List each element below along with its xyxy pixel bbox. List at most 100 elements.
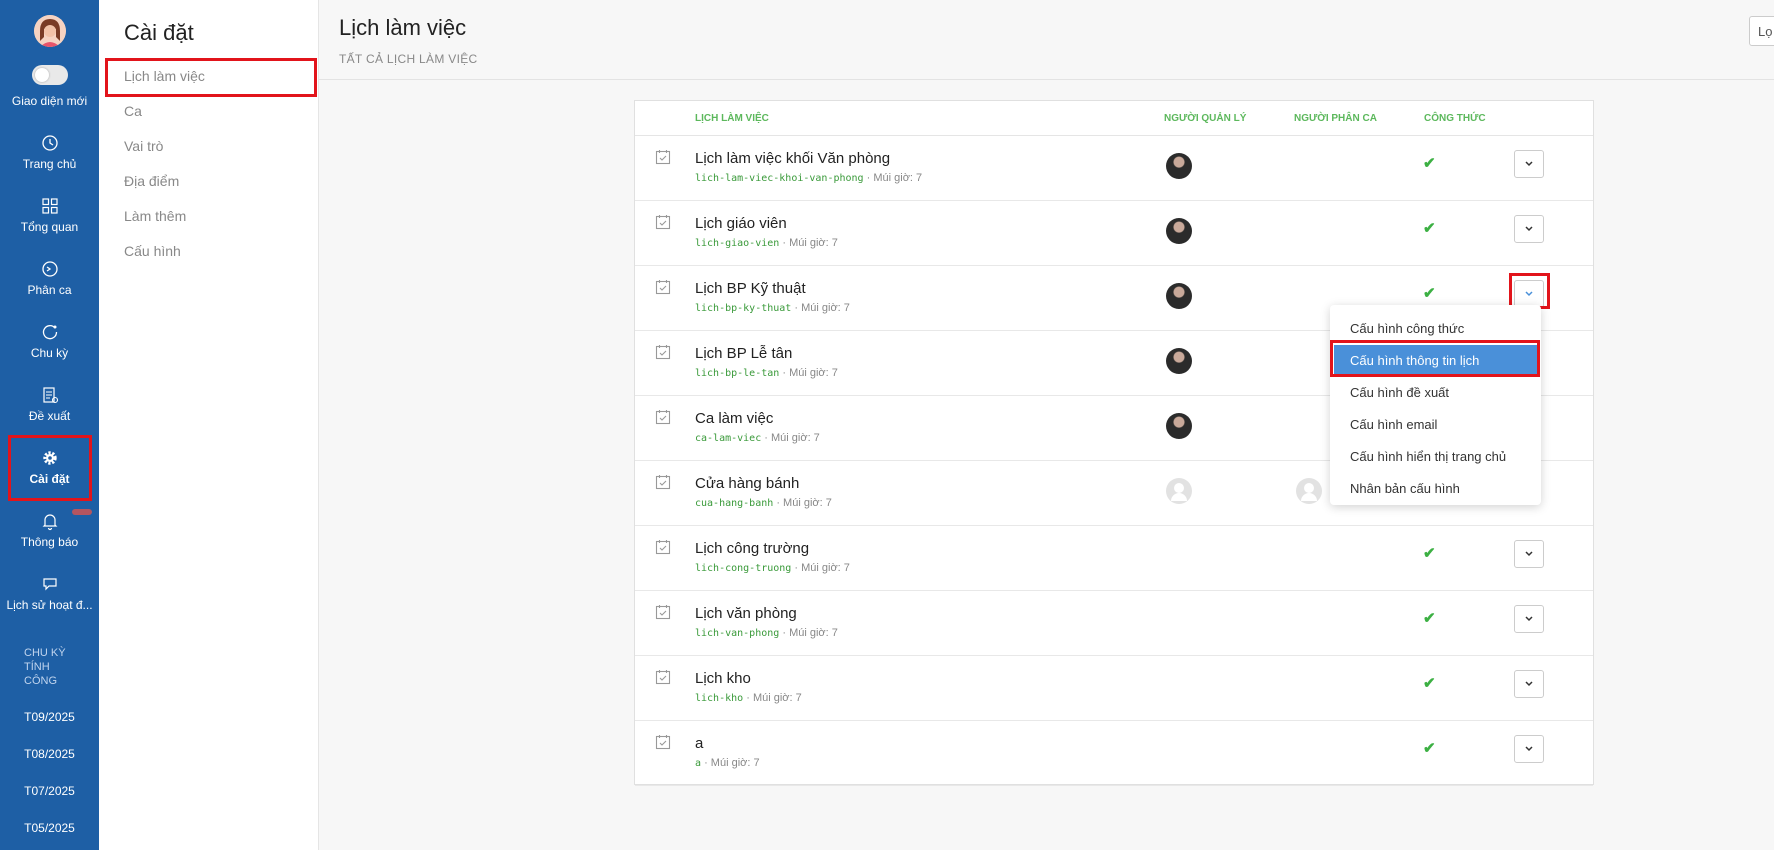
row-actions-dropdown[interactable] [1514, 540, 1544, 568]
schedule-meta: lich-giao-vien · Múi giờ: 7 [695, 237, 838, 249]
schedule-name[interactable]: Lịch kho [695, 670, 751, 687]
page-title: Lịch làm việc [339, 15, 467, 40]
new-ui-label: Giao diện mới [11, 94, 88, 108]
highlight-settings-nav [8, 435, 92, 501]
menu-item-email-config[interactable]: Cấu hình email [1330, 409, 1541, 439]
row-actions-dropdown[interactable] [1514, 605, 1544, 633]
schedule-slug: cua-hang-banh [695, 498, 774, 509]
grid-icon [40, 196, 60, 216]
manager-avatar [1166, 283, 1192, 309]
clock-circle-icon [40, 259, 60, 279]
schedule-actions-menu: Cấu hình công thức Cấu hình thông tin lị… [1330, 305, 1541, 505]
schedule-slug: ca-lam-viec [695, 433, 762, 444]
table-row[interactable]: Lịch giáo viên lich-giao-vien · Múi giờ: … [635, 201, 1593, 266]
schedule-timezone: · Múi giờ: 7 [791, 302, 850, 314]
settings-menu-roles[interactable]: Vai trò [124, 138, 163, 154]
schedule-meta: lich-bp-le-tan · Múi giờ: 7 [695, 367, 838, 379]
schedule-timezone: · Múi giờ: 7 [761, 432, 820, 444]
formula-check-icon: ✔ [1423, 740, 1436, 757]
header-divider [319, 79, 1774, 80]
nav-item-label: Đề xuất [28, 409, 71, 423]
table-row[interactable]: Lịch công trường lich-cong-truong · Múi g… [635, 526, 1593, 591]
schedule-meta: lich-kho · Múi giờ: 7 [695, 692, 802, 704]
cycle-item[interactable]: T05/2025 [0, 821, 99, 835]
schedule-name[interactable]: Ca làm việc [695, 410, 773, 427]
calendar-check-icon [655, 734, 671, 750]
chat-icon [40, 574, 60, 594]
nav-item-activity-history[interactable]: Lịch sử hoạt đ... [0, 574, 99, 630]
calendar-check-icon [655, 539, 671, 555]
nav-item-label: Tổng quan [20, 220, 79, 234]
cycle-item[interactable]: T09/2025 [0, 710, 99, 724]
table-row[interactable]: Lịch làm việc khối Văn phòng lich-lam-vie… [635, 136, 1593, 201]
schedule-name[interactable]: a [695, 735, 703, 752]
highlight-dropdown-toggle [1509, 273, 1550, 309]
nav-item-home[interactable]: Trang chủ [0, 133, 99, 189]
settings-menu-locations[interactable]: Địa điểm [124, 173, 179, 189]
schedule-timezone: · Múi giờ: 7 [743, 692, 802, 704]
schedule-name[interactable]: Lịch giáo viên [695, 215, 787, 232]
menu-item-formula-config[interactable]: Cấu hình công thức [1330, 313, 1541, 343]
schedule-name[interactable]: Lịch làm việc khối Văn phòng [695, 150, 890, 167]
nav-item-cycle[interactable]: Chu kỳ [0, 322, 99, 378]
schedule-slug: lich-van-phong [695, 628, 780, 639]
schedule-meta: lich-cong-truong · Múi giờ: 7 [695, 562, 850, 574]
schedule-slug: lich-kho [695, 693, 744, 704]
assigner-avatar-placeholder [1296, 478, 1322, 504]
calendar-check-icon [655, 669, 671, 685]
row-actions-dropdown[interactable] [1514, 150, 1544, 178]
menu-item-proposal-config[interactable]: Cấu hình đề xuất [1330, 377, 1541, 407]
new-ui-toggle[interactable] [32, 65, 68, 85]
row-actions-dropdown[interactable] [1514, 735, 1544, 763]
nav-item-overview[interactable]: Tổng quan [0, 196, 99, 252]
schedule-name[interactable]: Lịch văn phòng [695, 605, 797, 622]
nav-item-notifications[interactable]: Thông báo [0, 511, 99, 567]
nav-item-label: Lịch sử hoạt đ... [6, 598, 93, 612]
schedule-name[interactable]: Lịch công trường [695, 540, 809, 557]
schedule-timezone: · Múi giờ: 7 [779, 367, 838, 379]
schedule-slug: lich-bp-le-tan [695, 368, 780, 379]
row-actions-dropdown[interactable] [1514, 215, 1544, 243]
settings-menu-overtime[interactable]: Làm thêm [124, 208, 186, 224]
nav-item-shifts[interactable]: Phân ca [0, 259, 99, 315]
calendar-check-icon [655, 149, 671, 165]
clock-icon [40, 133, 60, 153]
nav-item-label: Chu kỳ [30, 346, 69, 360]
user-avatar[interactable] [34, 15, 66, 47]
settings-sidebar: Cài đặt Lịch làm việc Ca Vai trò Địa điể… [99, 0, 319, 850]
calendar-check-icon [655, 279, 671, 295]
calendar-check-icon [655, 214, 671, 230]
schedule-meta: ca-lam-viec · Múi giờ: 7 [695, 432, 820, 444]
cycle-item[interactable]: T08/2025 [0, 747, 99, 761]
schedule-name[interactable]: Lịch BP Kỹ thuật [695, 280, 806, 297]
schedule-meta: a · Múi giờ: 7 [695, 757, 760, 769]
calendar-check-icon [655, 409, 671, 425]
table-row[interactable]: a a · Múi giờ: 7 ✔ [635, 721, 1593, 786]
top-right-button[interactable]: Lọ [1749, 16, 1774, 46]
table-row[interactable]: Lịch văn phòng lich-van-phong · Múi giờ: … [635, 591, 1593, 656]
cycle-item[interactable]: T07/2025 [0, 784, 99, 798]
schedule-meta: cua-hang-banh · Múi giờ: 7 [695, 497, 832, 509]
schedule-meta: lich-van-phong · Múi giờ: 7 [695, 627, 838, 639]
menu-item-homepage-config[interactable]: Cấu hình hiển thị trang chủ [1330, 441, 1541, 471]
highlight-menu-item [1330, 340, 1540, 377]
page-subtitle: TẤT CẢ LỊCH LÀM VIỆC [339, 52, 478, 66]
row-actions-dropdown[interactable] [1514, 670, 1544, 698]
calendar-check-icon [655, 474, 671, 490]
formula-check-icon: ✔ [1423, 220, 1436, 237]
schedule-name[interactable]: Cửa hàng bánh [695, 475, 799, 492]
schedule-meta: lich-lam-viec-khoi-van-phong · Múi giờ: … [695, 172, 922, 184]
settings-menu-shifts[interactable]: Ca [124, 103, 142, 119]
table-row[interactable]: Lịch kho lich-kho · Múi giờ: 7 ✔ [635, 656, 1593, 721]
column-header-formula: CÔNG THỨC [1424, 113, 1486, 124]
schedule-slug: lich-lam-viec-khoi-van-phong [695, 173, 864, 184]
schedule-timezone: · Múi giờ: 7 [701, 757, 760, 769]
nav-item-proposal[interactable]: Đề xuất [0, 385, 99, 441]
schedule-name[interactable]: Lịch BP Lễ tân [695, 345, 792, 362]
manager-avatar-placeholder [1166, 478, 1192, 504]
nav-item-label: Phân ca [27, 283, 72, 297]
schedule-timezone: · Múi giờ: 7 [773, 497, 832, 509]
schedule-timezone: · Múi giờ: 7 [791, 562, 850, 574]
menu-item-clone-config[interactable]: Nhân bản cấu hình [1330, 473, 1541, 503]
settings-menu-config[interactable]: Cấu hình [124, 243, 181, 259]
